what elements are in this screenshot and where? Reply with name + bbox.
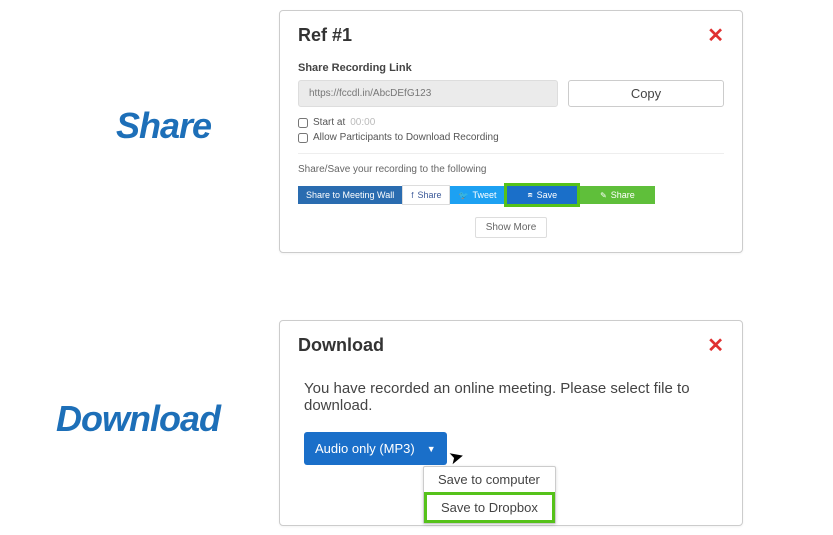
share-twitter-button[interactable]: 🐦 Tweet (450, 186, 504, 204)
share-link-input[interactable] (298, 80, 558, 107)
share-facebook-button[interactable]: f Share (402, 185, 450, 205)
twitter-icon: 🐦 (458, 191, 468, 200)
menu-save-to-dropbox[interactable]: Save to Dropbox (424, 492, 555, 523)
close-icon[interactable]: ✕ (707, 333, 724, 358)
share-panel-title: Ref #1 (298, 25, 352, 46)
highlight-save-dropbox: ⧈ Save (504, 183, 580, 207)
share-hint: Share/Save your recording to the followi… (298, 164, 724, 175)
share-link-label: Share Recording Link (298, 62, 724, 74)
download-heading: Download (56, 398, 220, 440)
share-meeting-wall-button[interactable]: Share to Meeting Wall (298, 186, 402, 204)
allow-download-label: Allow Participants to Download Recording (313, 132, 499, 143)
share-panel: Ref #1 ✕ Share Recording Link Copy Start… (279, 10, 743, 253)
allow-download-checkbox[interactable] (298, 133, 308, 143)
format-dropdown-button[interactable]: Audio only (MP3) ▼ (304, 432, 447, 465)
divider (298, 153, 724, 154)
close-icon[interactable]: ✕ (707, 23, 724, 48)
share-heading: Share (116, 105, 211, 147)
evernote-icon: ✎ (600, 191, 607, 200)
facebook-icon: f (411, 191, 413, 200)
fb-label: Share (417, 190, 441, 200)
tw-label: Tweet (472, 190, 496, 200)
save-label: Save (537, 190, 558, 200)
format-dropdown-menu: Save to computer Save to Dropbox (423, 466, 556, 524)
menu-save-to-computer[interactable]: Save to computer (424, 467, 555, 492)
download-panel-title: Download (298, 335, 384, 356)
start-at-label: Start at (313, 117, 345, 128)
format-dropdown-label: Audio only (MP3) (315, 441, 415, 456)
share-evernote-button[interactable]: ✎ Share (580, 186, 655, 204)
chevron-down-icon: ▼ (427, 444, 436, 454)
share-buttons-row: Share to Meeting Wall f Share 🐦 Tweet ⧈ Sav… (298, 183, 724, 207)
ev-label: Share (611, 190, 635, 200)
dropbox-icon: ⧈ (527, 190, 532, 200)
download-message: You have recorded an online meeting. Ple… (304, 380, 718, 414)
show-more-button[interactable]: Show More (475, 217, 548, 238)
start-at-time: 00:00 (350, 117, 375, 128)
copy-button[interactable]: Copy (568, 80, 724, 107)
save-dropbox-button[interactable]: ⧈ Save (507, 186, 577, 204)
start-at-checkbox[interactable] (298, 118, 308, 128)
